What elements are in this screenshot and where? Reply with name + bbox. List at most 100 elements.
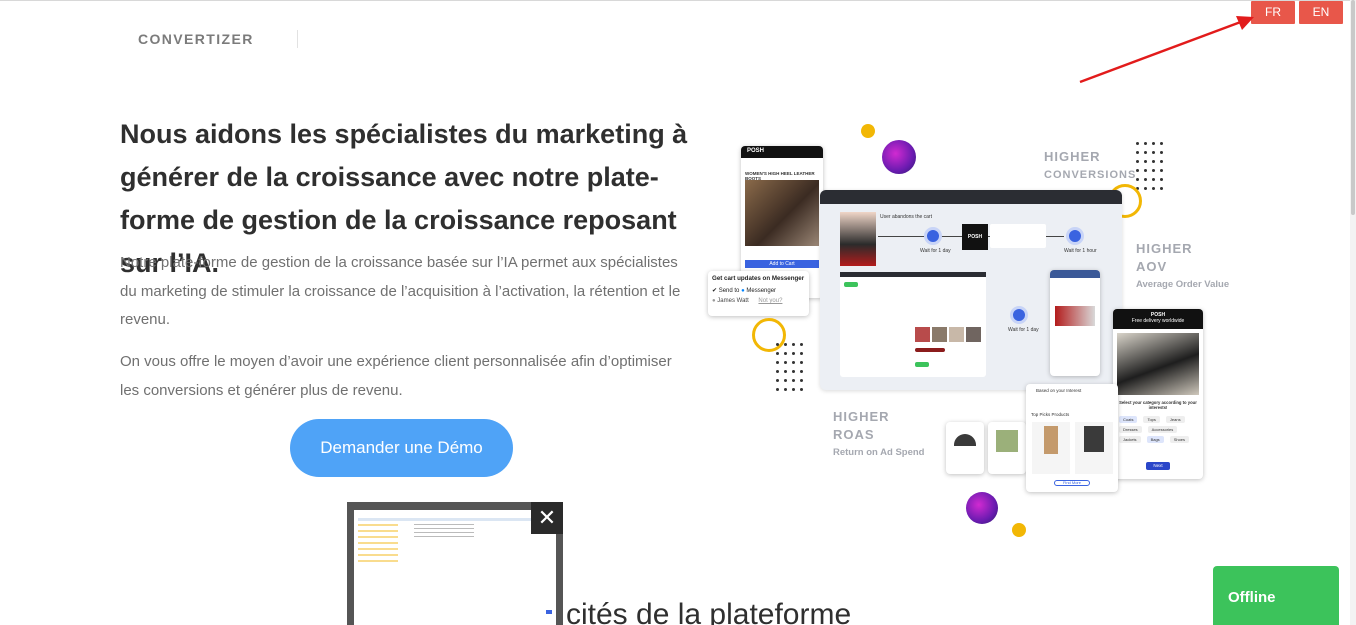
- decor-dot: [1144, 187, 1147, 190]
- flow-wait-node: [924, 227, 942, 245]
- category-chip: Tops: [1143, 416, 1160, 423]
- decor-dot: [1152, 142, 1155, 145]
- category-chip: Bags: [1146, 436, 1164, 443]
- product-card: [946, 422, 984, 474]
- decor-dot: [792, 388, 795, 391]
- vertical-scrollbar[interactable]: [1350, 0, 1356, 625]
- decor-dot: [1160, 187, 1163, 190]
- flow-wait-node-3: [1010, 306, 1028, 324]
- hero-illustration: HIGHER CONVERSIONS POSH WOMEN'S HIGH HEE…: [700, 118, 1240, 548]
- decor-dot: [800, 388, 803, 391]
- category-chip: Shoes: [1169, 436, 1190, 443]
- category-chip: Coats: [1119, 416, 1138, 423]
- messenger-icon: ●: [741, 288, 745, 294]
- find-more-button: Find More: [1054, 480, 1090, 486]
- close-preview-button[interactable]: ✕: [531, 502, 563, 534]
- screen-preview-popup[interactable]: ✕: [347, 502, 563, 625]
- decor-dot: [1160, 160, 1163, 163]
- category-chips: Coats Tops Jeans Dresses Accessories Jac…: [1119, 416, 1199, 443]
- category-chip: Dresses: [1119, 426, 1142, 433]
- messenger-optin-card: Get cart updates on Messenger ✔ Send to …: [708, 271, 809, 316]
- flow-wait-label-3: Wait for 1 day: [1008, 327, 1039, 333]
- decor-dot: [784, 361, 787, 364]
- phone-brand: POSH: [741, 146, 823, 158]
- decor-dot: [1144, 142, 1147, 145]
- decor-dot: [800, 379, 803, 382]
- flow-trigger-label: User abandons the cart: [880, 214, 932, 220]
- decor-dot: [1160, 169, 1163, 172]
- decor-yellow-dot: [861, 124, 875, 138]
- decor-dot: [784, 343, 787, 346]
- decor-dot: [792, 379, 795, 382]
- messenger-send-label: Send to: [718, 288, 740, 294]
- free-delivery-label: Free delivery worldwide: [1131, 318, 1185, 324]
- next-button: Next: [1146, 462, 1170, 470]
- decor-dot-grid-left: [776, 343, 806, 401]
- decor-dot: [1160, 178, 1163, 181]
- messenger-name: Messenger: [746, 288, 777, 294]
- decor-dot: [784, 352, 787, 355]
- flow-wait-node-2: [1066, 227, 1084, 245]
- decor-dot: [792, 361, 795, 364]
- decor-dot: [776, 388, 779, 391]
- decor-dot: [1160, 151, 1163, 154]
- decor-dot: [784, 379, 787, 382]
- roas-sublabel: Return on Ad Spend: [833, 447, 925, 458]
- decor-dot: [1136, 169, 1139, 172]
- category-chip: Jeans: [1165, 416, 1185, 423]
- decor-dot: [800, 352, 803, 355]
- decor-dot: [1136, 178, 1139, 181]
- decor-dot: [776, 343, 779, 346]
- decor-yellow-dot-bottom: [1012, 523, 1026, 537]
- chat-offline-widget[interactable]: Offline: [1213, 566, 1339, 625]
- select-category-text: Select your category according to your i…: [1119, 400, 1197, 410]
- decor-dot: [1152, 187, 1155, 190]
- recommendation-widget: Based on your Interest Top Picks Product…: [1026, 384, 1118, 492]
- dashboard-titlebar: [820, 190, 1122, 204]
- top-picks-label: Top Picks Products: [1031, 412, 1070, 417]
- top-border: [0, 0, 1356, 1]
- decor-dot: [792, 370, 795, 373]
- user-avatar-icon: ●: [712, 298, 716, 304]
- site-logo[interactable]: CONVERTIZER: [138, 31, 254, 47]
- scrollbar-thumb[interactable]: [1351, 0, 1355, 215]
- category-chip: Jackets: [1119, 436, 1141, 443]
- higher-conversions-label: HIGHER CONVERSIONS: [1044, 149, 1137, 181]
- logo-divider: [297, 30, 298, 48]
- decor-dot: [1136, 160, 1139, 163]
- decor-dot: [1144, 178, 1147, 181]
- model-image: [1117, 333, 1199, 395]
- flow-message-card: [990, 224, 1046, 248]
- decor-dot: [1144, 151, 1147, 154]
- aov-sublabel: Average Order Value: [1136, 279, 1230, 290]
- decor-dot: [1136, 151, 1139, 154]
- decor-dot: [784, 370, 787, 373]
- decor-dot: [1144, 169, 1147, 172]
- decor-dot: [1152, 169, 1155, 172]
- hero-description-secondary: On vous offre le moyen d’avoir une expér…: [120, 353, 672, 399]
- decor-dot: [792, 343, 795, 346]
- decor-dot: [800, 361, 803, 364]
- section-title: cités de la plateforme: [566, 598, 852, 625]
- messenger-user: James Watt: [717, 298, 749, 304]
- language-en-button[interactable]: EN: [1299, 1, 1343, 24]
- decor-dot: [776, 352, 779, 355]
- flow-wait-label-2: Wait for 1 hour: [1064, 248, 1097, 254]
- decor-dot: [1152, 151, 1155, 154]
- inbox-panel: [840, 272, 986, 377]
- product-card: [988, 422, 1026, 474]
- flow-wait-label: Wait for 1 day: [920, 248, 951, 254]
- decor-dot: [1160, 142, 1163, 145]
- product-image: [745, 180, 819, 246]
- not-you-link: Not you?: [758, 298, 783, 304]
- flow-user-image: [840, 212, 876, 266]
- category-phone-mockup: POSH Free delivery worldwide Select your…: [1113, 309, 1203, 479]
- request-demo-button[interactable]: Demander une Démo: [290, 419, 513, 477]
- decor-dot: [776, 361, 779, 364]
- decor-dot: [784, 388, 787, 391]
- decor-dot: [1152, 160, 1155, 163]
- annotation-arrow: [1079, 16, 1254, 84]
- decor-dot: [792, 352, 795, 355]
- checkbox-icon: ✔: [712, 288, 718, 294]
- based-on-interest-label: Based on your Interest: [1036, 388, 1082, 393]
